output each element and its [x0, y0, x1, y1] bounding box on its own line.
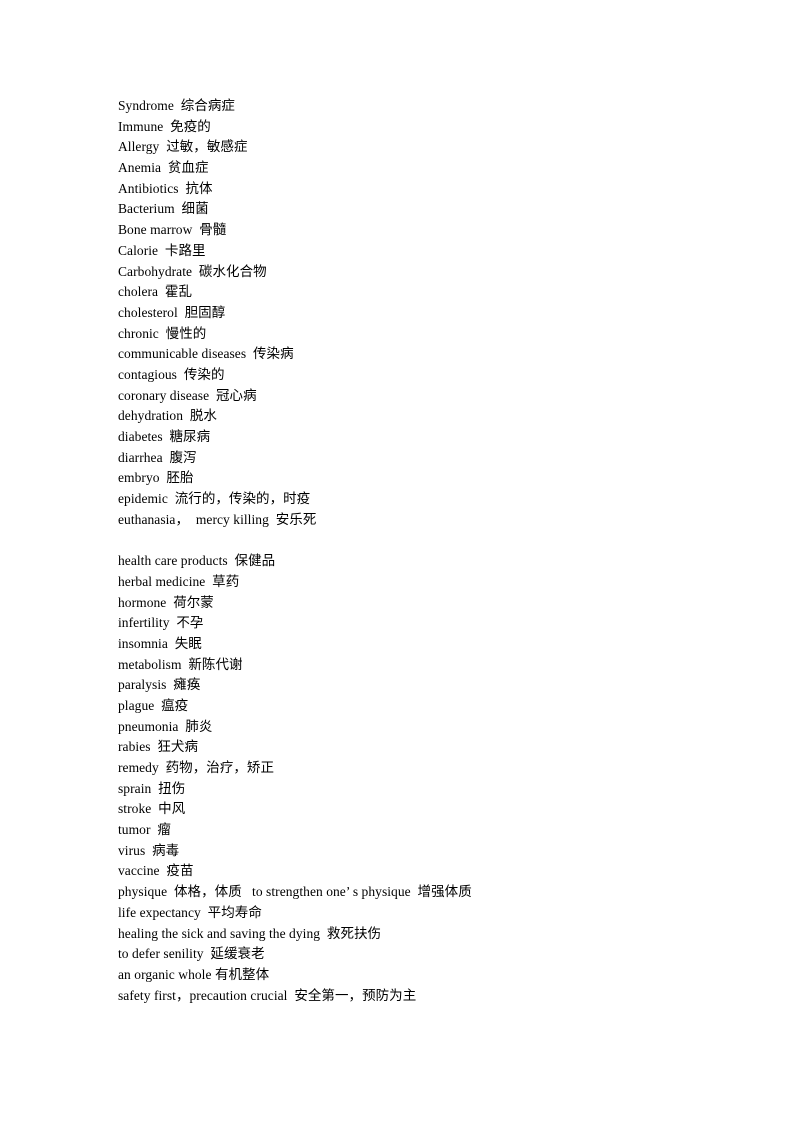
vocabulary-entry-euthanasia: euthanasia， mercy killing 安乐死	[118, 511, 317, 527]
vocabulary-entry-coronary-disease: coronary disease 冠心病	[118, 387, 257, 403]
vocabulary-entry-carbohydrate: Carbohydrate 碳水化合物	[118, 263, 267, 279]
vocabulary-entry-cholera: cholera 霍乱	[118, 284, 193, 300]
vocabulary-entry-infertility: infertility 不孕	[118, 615, 204, 631]
vocabulary-entry-life-expectancy: life expectancy 平均寿命	[118, 904, 262, 920]
vocabulary-entry-syndrome: Syndrome 综合病症	[118, 98, 235, 113]
vocabulary-entry-embryo: embryo 胚胎	[118, 470, 194, 486]
vocabulary-entry-health-care-products: health care products 保健品	[118, 553, 276, 569]
vocabulary-entry-tumor: tumor 瘤	[118, 822, 171, 838]
vocabulary-entry-antibiotics: Antibiotics 抗体	[118, 180, 213, 196]
vocabulary-entry-herbal-medicine: herbal medicine 草药	[118, 573, 240, 589]
vocabulary-entry-pneumonia: pneumonia 肺炎	[118, 718, 213, 734]
vocabulary-entry-vaccine: vaccine 疫苗	[118, 863, 194, 879]
vocabulary-entry-organic-whole: an organic whole 有机整体	[118, 966, 270, 982]
document-page: Syndrome 综合病症 Immune 免疫的 Allergy 过敏，敏感症 Ane…	[0, 0, 794, 1123]
vocabulary-entry-sprain: sprain 扭伤	[118, 780, 186, 796]
vocabulary-entry-calorie: Calorie 卡路里	[118, 242, 206, 258]
vocabulary-entry-remedy: remedy 药物，治疗，矫正	[118, 760, 275, 775]
vocabulary-entry-healing-the-sick: healing the sick and saving the dying 救死…	[118, 925, 382, 941]
vocabulary-entry-diabetes: diabetes 糖尿病	[118, 429, 211, 444]
vocabulary-entry-dehydration: dehydration 脱水	[118, 408, 217, 424]
vocabulary-entry-metabolism: metabolism 新陈代谢	[118, 656, 243, 672]
vocabulary-entry-bacterium: Bacterium 细菌	[118, 201, 209, 217]
vocabulary-entry-defer-senility: to defer senility 延缓衰老	[118, 946, 265, 962]
vocabulary-list: Syndrome 综合病症 Immune 免疫的 Allergy 过敏，敏感症 Ane…	[118, 96, 718, 1006]
vocabulary-entry-communicable-diseases: communicable diseases 传染病	[118, 346, 294, 362]
vocabulary-entry-contagious: contagious 传染的	[118, 366, 225, 382]
vocabulary-entry-plague: plague 瘟疫	[118, 697, 189, 713]
vocabulary-entry-rabies: rabies 狂犬病	[118, 739, 199, 755]
vocabulary-entry-diarrhea: diarrhea 腹泻	[118, 449, 197, 465]
vocabulary-entry-chronic: chronic 慢性的	[118, 325, 207, 341]
vocabulary-entry-safety-first: safety first，precaution crucial 安全第一，预防为…	[118, 987, 417, 1003]
vocabulary-entry-hormone: hormone 荷尔蒙	[118, 594, 214, 610]
vocabulary-entry-anemia: Anemia 贫血症	[118, 160, 209, 176]
vocabulary-entry-physique: physique 体格，体质 to strengthen one’ s phys…	[118, 884, 472, 900]
vocabulary-entry-immune: Immune 免疫的	[118, 118, 211, 134]
vocabulary-entry-insomnia: insomnia 失眠	[118, 635, 202, 651]
vocabulary-entry-cholesterol: cholesterol 胆固醇	[118, 304, 226, 320]
vocabulary-entry-allergy: Allergy 过敏，敏感症	[118, 139, 248, 155]
vocabulary-entry-stroke: stroke 中风	[118, 801, 186, 817]
vocabulary-spacer	[118, 530, 718, 551]
vocabulary-entry-paralysis: paralysis 瘫痪	[118, 677, 201, 693]
vocabulary-entry-virus: virus 病毒	[118, 842, 180, 858]
vocabulary-entry-epidemic: epidemic 流行的，传染的，时疫	[118, 491, 311, 507]
vocabulary-entry-bone-marrow: Bone marrow 骨髓	[118, 222, 227, 238]
